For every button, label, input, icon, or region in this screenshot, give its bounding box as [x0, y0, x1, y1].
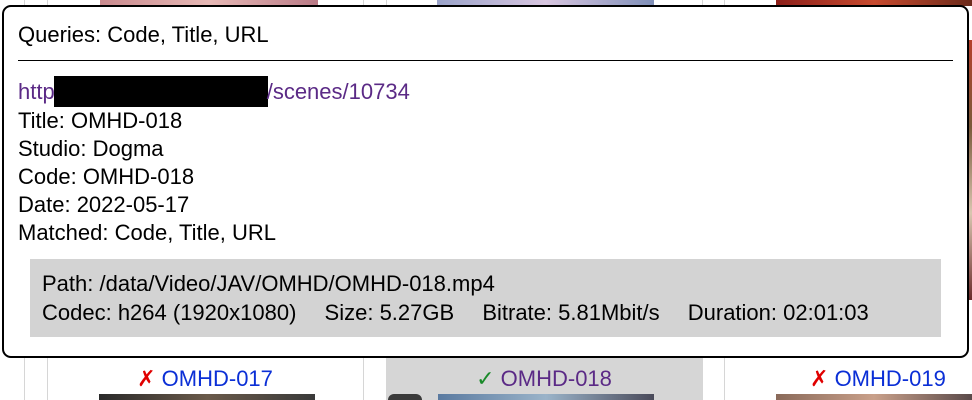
file-path: Path: /data/Video/JAV/OMHD/OMHD-018.mp4: [42, 271, 495, 296]
scene-match-popover: Queries: Code, Title, URL http/scenes/10…: [2, 5, 969, 358]
queries-header: Queries: Code, Title, URL: [18, 22, 269, 47]
scene-card-link[interactable]: OMHD-018: [501, 366, 612, 391]
url-suffix: /scenes/10734: [266, 79, 410, 104]
scene-url-link[interactable]: http/scenes/10734: [18, 76, 410, 107]
film-icon: [388, 394, 422, 400]
file-meta-row: Codec: h264 (1920x1080) Size: 5.27GB Bit…: [42, 298, 929, 327]
scene-card-link[interactable]: OMHD-017: [162, 366, 273, 391]
scene-card[interactable]: ✗ OMHD-017: [47, 358, 363, 400]
studio-line: Studio: Dogma: [18, 136, 164, 161]
date-line: Date: 2022-05-17: [18, 192, 190, 217]
title-line: Title: OMHD-018: [18, 108, 183, 133]
scene-card-caption: ✗ OMHD-017: [47, 366, 363, 392]
scene-card-caption: ✗ OMHD-019: [724, 366, 972, 392]
match-details: http/scenes/10734 Title: OMHD-018 Studio…: [18, 61, 953, 247]
codec-value: Codec: h264 (1920x1080): [42, 300, 297, 325]
url-prefix: http: [18, 79, 55, 104]
bitrate-value: Bitrate: 5.81Mbit/s: [482, 300, 660, 325]
scene-card[interactable]: ✗ OMHD-019: [724, 358, 972, 400]
file-info-box: Path: /data/Video/JAV/OMHD/OMHD-018.mp4 …: [30, 259, 941, 337]
scene-thumbnail[interactable]: [438, 394, 654, 400]
scene-card-caption: ✓ OMHD-018: [386, 366, 702, 392]
match-check-icon: ✓: [476, 366, 495, 391]
size-value: Size: 5.27GB: [324, 300, 455, 325]
duration-value: Duration: 02:01:03: [687, 300, 869, 325]
scene-url-line: http/scenes/10734: [18, 76, 953, 107]
no-match-icon: ✗: [137, 366, 156, 391]
scene-thumbnail[interactable]: [776, 394, 972, 400]
scene-thumbnail[interactable]: [99, 394, 315, 400]
matched-line: Matched: Code, Title, URL: [18, 220, 277, 245]
scene-card-link[interactable]: OMHD-019: [835, 366, 946, 391]
redaction-bar: [53, 76, 268, 107]
code-line: Code: OMHD-018: [18, 164, 195, 189]
no-match-icon: ✗: [810, 366, 829, 391]
scene-card-selected[interactable]: ✓ OMHD-018: [386, 358, 702, 400]
